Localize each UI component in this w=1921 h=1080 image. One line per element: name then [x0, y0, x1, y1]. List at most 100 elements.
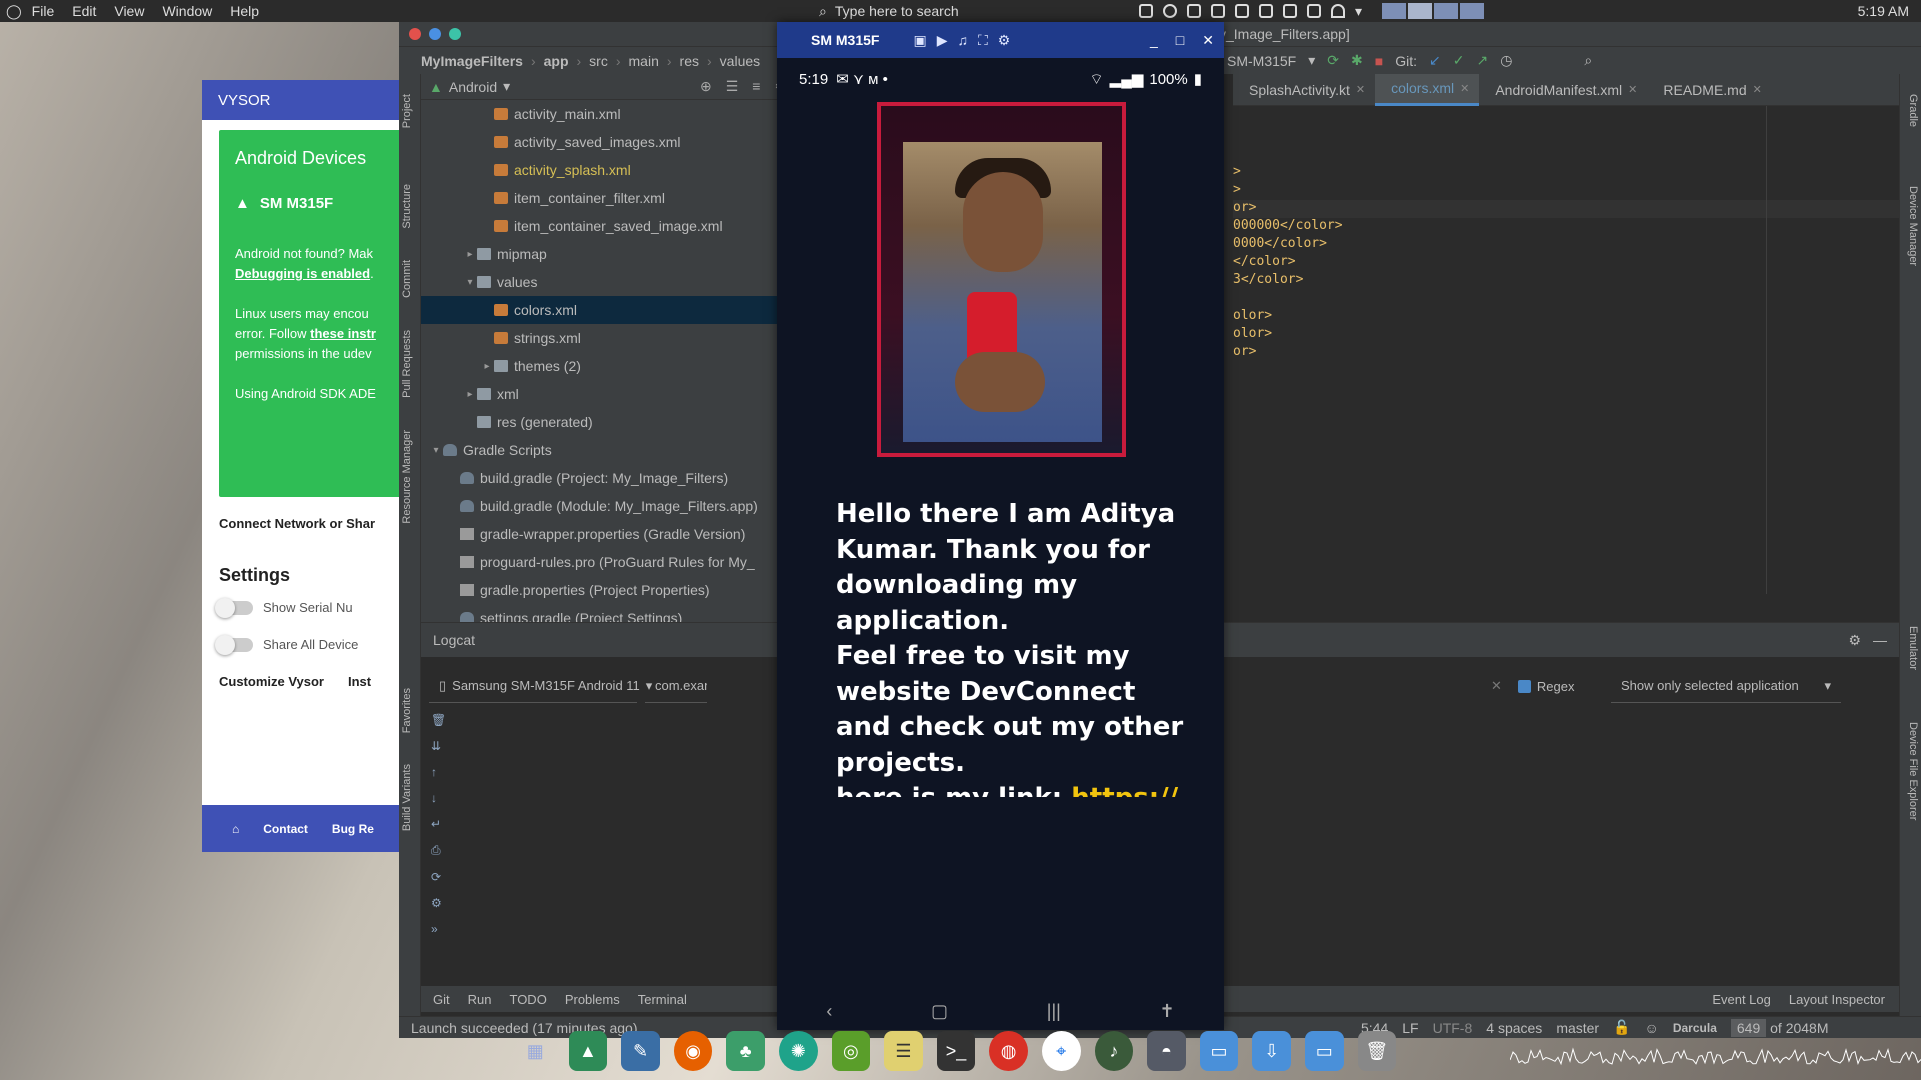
tree-item[interactable]: build.gradle (Project: My_Image_Filters)	[421, 464, 795, 492]
robot-icon[interactable]: ♣	[726, 1031, 765, 1071]
aperture-icon[interactable]: ✺	[778, 1031, 818, 1071]
minimize-icon[interactable]: _	[1150, 32, 1158, 49]
stop-icon[interactable]: ■	[1375, 53, 1383, 69]
clear-icon[interactable]: ✕	[1491, 678, 1502, 694]
close-icon[interactable]: ✕	[1628, 83, 1637, 96]
contact-link[interactable]: Contact	[263, 822, 308, 836]
maximize-icon[interactable]: □	[1176, 32, 1184, 49]
instructions-link[interactable]: these instr	[310, 326, 376, 341]
history-icon[interactable]: ◷	[1500, 52, 1512, 69]
crumb-app[interactable]: app	[544, 53, 569, 69]
git-update-icon[interactable]: ↙	[1429, 52, 1441, 69]
editor-tab[interactable]: README.md ✕	[1647, 74, 1771, 106]
home-icon[interactable]: ▢	[931, 1001, 948, 1022]
tab-todo[interactable]: TODO	[509, 992, 546, 1007]
debug-icon[interactable]: ✱	[1351, 52, 1363, 69]
device-selector[interactable]: SM-M315F	[1227, 53, 1296, 69]
filter-dropdown[interactable]: Show only selected application ▾	[1611, 669, 1841, 703]
message-link[interactable]: https://	[1071, 783, 1178, 797]
chevron-down-icon[interactable]: ▾	[1308, 52, 1315, 69]
chrome-icon[interactable]: ◍	[989, 1031, 1028, 1071]
print-icon[interactable]: ⎙	[431, 843, 446, 858]
tree-item[interactable]: ▸ themes (2)	[421, 352, 795, 380]
regex-checkbox[interactable]: ✕ Regex	[1481, 669, 1584, 703]
nvidia-icon[interactable]: ◎	[831, 1031, 871, 1071]
workspace-4[interactable]	[1460, 3, 1485, 19]
apple-logo-icon[interactable]: ◯	[6, 3, 22, 20]
collapse-all-icon[interactable]: ≡	[752, 78, 760, 95]
taskbar-search[interactable]: ⌕ Type here to search	[819, 3, 1099, 20]
checkbox-checked[interactable]	[1517, 679, 1531, 693]
menu-file[interactable]: File	[32, 3, 55, 19]
window-icon[interactable]	[1139, 4, 1154, 18]
chevron-right-icon[interactable]: ▸	[463, 249, 477, 260]
fullscreen-icon[interactable]: ⛶	[978, 32, 988, 49]
tool-build-variants[interactable]: Build Variants	[401, 764, 413, 831]
close-dot[interactable]	[409, 28, 421, 40]
gear-icon[interactable]: ⚙	[998, 32, 1011, 49]
menu-window[interactable]: Window	[162, 3, 212, 19]
device-dropdown[interactable]: ▯ Samsung SM-M315F Android 11 ▾	[429, 669, 652, 703]
tree-item[interactable]: gradle-wrapper.properties (Gradle Versio…	[421, 520, 795, 548]
restart-icon[interactable]: ⟳	[431, 870, 446, 884]
tree-item[interactable]: activity_saved_images.xml	[421, 128, 795, 156]
tool-favorites[interactable]: Favorites	[401, 688, 413, 733]
tree-item[interactable]: activity_splash.xml	[421, 156, 795, 184]
minimize-dot[interactable]	[429, 28, 441, 40]
tool-structure[interactable]: Structure	[401, 184, 413, 229]
home-icon[interactable]: ⌂	[232, 822, 239, 836]
crumb-values[interactable]: values	[720, 53, 760, 69]
vysor-icon[interactable]: ◓	[1147, 1031, 1186, 1071]
tree-item[interactable]: build.gradle (Module: My_Image_Filters.a…	[421, 492, 795, 520]
downloads-folder-icon[interactable]: ⇩	[1252, 1031, 1291, 1071]
trash-icon[interactable]: 🗑	[1357, 1031, 1397, 1071]
tool-pull-requests[interactable]: Pull Requests	[401, 330, 413, 398]
indent[interactable]: 4 spaces	[1486, 1020, 1542, 1036]
tab-problems[interactable]: Problems	[565, 992, 620, 1007]
device-entry[interactable]: ▲ SM M315F	[235, 195, 388, 212]
arrow-up-icon[interactable]: ↑	[431, 765, 446, 779]
customize-link[interactable]: Customize Vysor	[219, 674, 324, 689]
tool-project[interactable]: Project	[401, 94, 413, 128]
tree-item[interactable]: res (generated)	[421, 408, 795, 436]
tree-item[interactable]: ▾ values	[421, 268, 795, 296]
tree-item[interactable]: item_container_filter.xml	[421, 184, 795, 212]
tool-resource-manager[interactable]: Resource Manager	[401, 430, 413, 524]
tab-git[interactable]: Git	[433, 992, 450, 1007]
trash-icon[interactable]: 🗑	[431, 713, 446, 727]
workspace-3[interactable]	[1434, 3, 1459, 19]
run-icon[interactable]: ⟳	[1327, 52, 1339, 69]
line-separator[interactable]: LF	[1402, 1020, 1418, 1036]
volume-icon[interactable]	[1259, 4, 1274, 18]
tool-commit[interactable]: Commit	[401, 260, 413, 298]
tab-terminal[interactable]: Terminal	[638, 992, 687, 1007]
folder-icon[interactable]: ▭	[1304, 1031, 1344, 1071]
tool-emulator[interactable]: Emulator	[1907, 626, 1919, 670]
bug-report-link[interactable]: Bug Re	[332, 822, 374, 836]
git-commit-icon[interactable]: ✓	[1453, 52, 1465, 69]
theme-label[interactable]: Darcula	[1673, 1021, 1717, 1035]
editor-tab[interactable]: colors.xml ✕	[1375, 73, 1480, 106]
tool-device-file-explorer[interactable]: Device File Explorer	[1907, 722, 1919, 820]
toggle-switch[interactable]	[215, 634, 253, 655]
menu-help[interactable]: Help	[230, 3, 259, 19]
tree-item[interactable]: strings.xml	[421, 324, 795, 352]
chat-icon[interactable]	[1211, 4, 1226, 18]
arrow-down-icon[interactable]: ↓	[431, 791, 446, 805]
android-studio-icon[interactable]: ✎	[621, 1031, 660, 1071]
music-icon[interactable]: ♪	[1094, 1031, 1134, 1071]
chevron-down-icon[interactable]: ▾	[503, 78, 510, 95]
camera-icon[interactable]: ▣	[913, 32, 926, 49]
close-icon[interactable]: ✕	[1460, 82, 1469, 95]
memory-indicator[interactable]: 649 of 2048M	[1730, 1018, 1829, 1037]
debugging-link[interactable]: Debugging is enabled	[235, 266, 370, 281]
crumb-main[interactable]: main	[629, 53, 659, 69]
app-grid-icon[interactable]: ▦	[516, 1031, 555, 1071]
tool-gradle[interactable]: Gradle	[1907, 94, 1919, 127]
record-icon[interactable]: ▶	[937, 32, 948, 49]
headphone-icon[interactable]	[1283, 4, 1298, 18]
lock-icon[interactable]: 🔓	[1613, 1019, 1630, 1036]
minimize-icon[interactable]: —	[1873, 632, 1887, 648]
chevron-down-icon[interactable]: ▾	[429, 445, 443, 456]
notification-icon[interactable]	[1163, 4, 1178, 18]
